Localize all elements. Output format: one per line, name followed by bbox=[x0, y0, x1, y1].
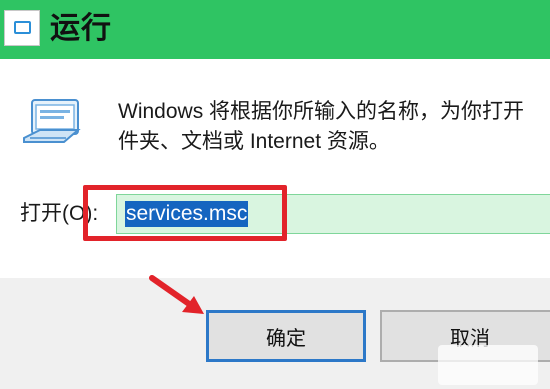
run-dialog-window: 运行 Windows 将根据你所输入的名称，为你打开 件夹、文档或 Intern… bbox=[0, 0, 550, 389]
watermark bbox=[438, 345, 538, 385]
open-input[interactable]: services.msc bbox=[116, 194, 550, 234]
run-app-icon bbox=[4, 10, 40, 46]
dialog-description: Windows 将根据你所输入的名称，为你打开 件夹、文档或 Internet … bbox=[118, 100, 525, 153]
arrow-icon bbox=[149, 275, 204, 314]
open-label: 打开(O): bbox=[20, 202, 99, 225]
open-input-value[interactable]: services.msc bbox=[125, 201, 249, 227]
run-dialog-icon bbox=[23, 99, 81, 143]
ok-button[interactable]: 确定 bbox=[206, 310, 366, 362]
title-bar: 运行 bbox=[0, 0, 550, 59]
window-title: 运行 bbox=[50, 12, 112, 45]
